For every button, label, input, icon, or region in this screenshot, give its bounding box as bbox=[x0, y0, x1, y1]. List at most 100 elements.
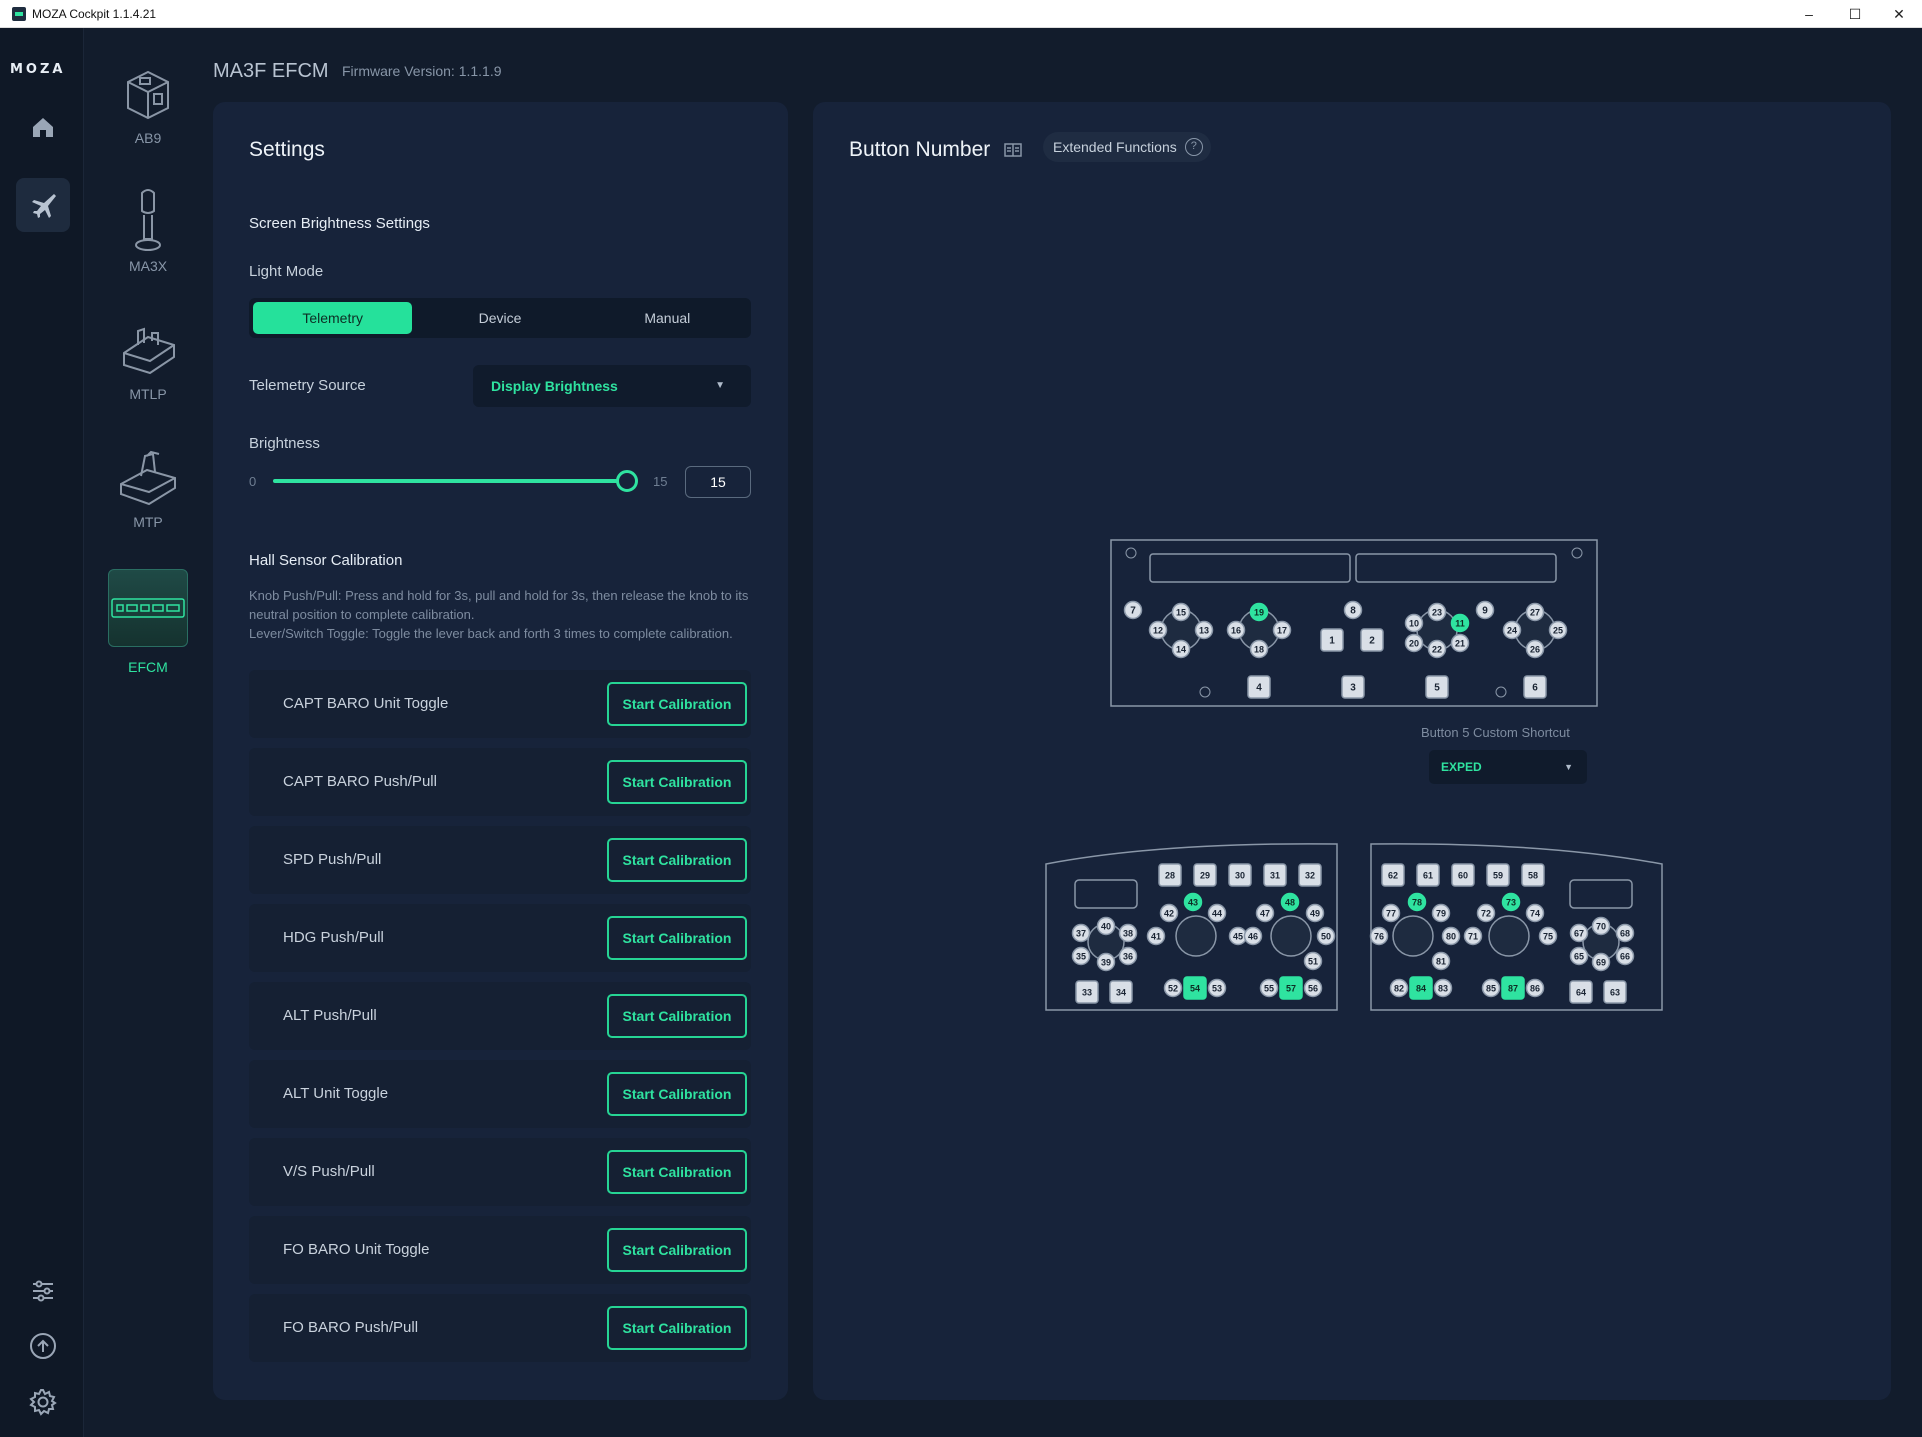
button-marker-72[interactable]: 72 bbox=[1476, 903, 1496, 923]
button-marker-61[interactable]: 61 bbox=[1416, 863, 1440, 887]
button-marker-53[interactable]: 53 bbox=[1207, 978, 1227, 998]
device-ma3x[interactable]: MA3X bbox=[104, 186, 192, 274]
button-marker-65[interactable]: 65 bbox=[1569, 946, 1589, 966]
button-marker-73[interactable]: 73 bbox=[1501, 892, 1521, 912]
button-marker-48[interactable]: 48 bbox=[1280, 892, 1300, 912]
light-mode-manual[interactable]: Manual bbox=[588, 302, 747, 334]
button-marker-42[interactable]: 42 bbox=[1159, 903, 1179, 923]
button-marker-30[interactable]: 30 bbox=[1228, 863, 1252, 887]
button-marker-54[interactable]: 54 bbox=[1183, 976, 1207, 1000]
start-calibration-button[interactable]: Start Calibration bbox=[607, 916, 747, 960]
button-marker-46[interactable]: 46 bbox=[1243, 926, 1263, 946]
button-marker-26[interactable]: 26 bbox=[1525, 639, 1545, 659]
button-marker-5[interactable]: 5 bbox=[1425, 675, 1449, 699]
start-calibration-button[interactable]: Start Calibration bbox=[607, 838, 747, 882]
minimize-button[interactable]: – bbox=[1786, 0, 1832, 28]
button-marker-34[interactable]: 34 bbox=[1109, 980, 1133, 1004]
button-marker-11[interactable]: 11 bbox=[1450, 613, 1470, 633]
button-marker-16[interactable]: 16 bbox=[1226, 620, 1246, 640]
tuning-button[interactable] bbox=[16, 1264, 70, 1318]
button-marker-84[interactable]: 84 bbox=[1409, 976, 1433, 1000]
button-marker-8[interactable]: 8 bbox=[1343, 600, 1363, 620]
button-marker-86[interactable]: 86 bbox=[1525, 978, 1545, 998]
start-calibration-button[interactable]: Start Calibration bbox=[607, 994, 747, 1038]
device-efcm[interactable]: EFCM bbox=[104, 569, 192, 675]
button-marker-82[interactable]: 82 bbox=[1389, 978, 1409, 998]
button-marker-10[interactable]: 10 bbox=[1404, 613, 1424, 633]
button-marker-32[interactable]: 32 bbox=[1298, 863, 1322, 887]
button-marker-49[interactable]: 49 bbox=[1305, 903, 1325, 923]
light-mode-device[interactable]: Device bbox=[420, 302, 579, 334]
button-marker-79[interactable]: 79 bbox=[1431, 903, 1451, 923]
button-marker-44[interactable]: 44 bbox=[1207, 903, 1227, 923]
button-marker-67[interactable]: 67 bbox=[1569, 923, 1589, 943]
button-marker-71[interactable]: 71 bbox=[1463, 926, 1483, 946]
button-marker-51[interactable]: 51 bbox=[1303, 951, 1323, 971]
button-marker-21[interactable]: 21 bbox=[1450, 633, 1470, 653]
button-marker-60[interactable]: 60 bbox=[1451, 863, 1475, 887]
button-marker-78[interactable]: 78 bbox=[1407, 892, 1427, 912]
maximize-button[interactable]: ☐ bbox=[1832, 0, 1878, 28]
start-calibration-button[interactable]: Start Calibration bbox=[607, 682, 747, 726]
button-marker-15[interactable]: 15 bbox=[1171, 602, 1191, 622]
button-marker-58[interactable]: 58 bbox=[1521, 863, 1545, 887]
button-marker-12[interactable]: 12 bbox=[1148, 620, 1168, 640]
button-marker-83[interactable]: 83 bbox=[1433, 978, 1453, 998]
button-marker-40[interactable]: 40 bbox=[1096, 916, 1116, 936]
brightness-input[interactable]: 15 bbox=[685, 466, 751, 498]
button-marker-33[interactable]: 33 bbox=[1075, 980, 1099, 1004]
button-marker-1[interactable]: 1 bbox=[1320, 628, 1344, 652]
home-button[interactable] bbox=[16, 100, 70, 154]
button-marker-39[interactable]: 39 bbox=[1096, 952, 1116, 972]
button-marker-41[interactable]: 41 bbox=[1146, 926, 1166, 946]
button-marker-36[interactable]: 36 bbox=[1118, 946, 1138, 966]
button-marker-22[interactable]: 22 bbox=[1427, 639, 1447, 659]
button-marker-47[interactable]: 47 bbox=[1255, 903, 1275, 923]
button-marker-35[interactable]: 35 bbox=[1071, 946, 1091, 966]
start-calibration-button[interactable]: Start Calibration bbox=[607, 1072, 747, 1116]
button-marker-55[interactable]: 55 bbox=[1259, 978, 1279, 998]
button-marker-68[interactable]: 68 bbox=[1615, 923, 1635, 943]
start-calibration-button[interactable]: Start Calibration bbox=[607, 1150, 747, 1194]
button-marker-31[interactable]: 31 bbox=[1263, 863, 1287, 887]
start-calibration-button[interactable]: Start Calibration bbox=[607, 760, 747, 804]
button-marker-37[interactable]: 37 bbox=[1071, 923, 1091, 943]
button-marker-50[interactable]: 50 bbox=[1316, 926, 1336, 946]
brightness-slider[interactable] bbox=[273, 479, 627, 483]
button-marker-38[interactable]: 38 bbox=[1118, 923, 1138, 943]
button-marker-27[interactable]: 27 bbox=[1525, 602, 1545, 622]
device-ab9[interactable]: AB9 bbox=[104, 58, 192, 146]
button-marker-85[interactable]: 85 bbox=[1481, 978, 1501, 998]
button-marker-57[interactable]: 57 bbox=[1279, 976, 1303, 1000]
button-marker-25[interactable]: 25 bbox=[1548, 620, 1568, 640]
button-marker-18[interactable]: 18 bbox=[1249, 639, 1269, 659]
button-marker-9[interactable]: 9 bbox=[1475, 600, 1495, 620]
button-marker-59[interactable]: 59 bbox=[1486, 863, 1510, 887]
button-marker-4[interactable]: 4 bbox=[1247, 675, 1271, 699]
button-marker-62[interactable]: 62 bbox=[1381, 863, 1405, 887]
upgrade-button[interactable] bbox=[16, 1319, 70, 1373]
button-marker-43[interactable]: 43 bbox=[1183, 892, 1203, 912]
button-marker-63[interactable]: 63 bbox=[1603, 980, 1627, 1004]
button-marker-75[interactable]: 75 bbox=[1538, 926, 1558, 946]
button-marker-87[interactable]: 87 bbox=[1501, 976, 1525, 1000]
button-marker-3[interactable]: 3 bbox=[1341, 675, 1365, 699]
device-mtp[interactable]: MTP bbox=[104, 442, 192, 530]
button-marker-77[interactable]: 77 bbox=[1381, 903, 1401, 923]
button-marker-20[interactable]: 20 bbox=[1404, 633, 1424, 653]
button-marker-23[interactable]: 23 bbox=[1427, 602, 1447, 622]
close-button[interactable]: ✕ bbox=[1876, 0, 1922, 28]
button-marker-74[interactable]: 74 bbox=[1525, 903, 1545, 923]
start-calibration-button[interactable]: Start Calibration bbox=[607, 1306, 747, 1350]
button-marker-19[interactable]: 19 bbox=[1249, 602, 1269, 622]
button-marker-17[interactable]: 17 bbox=[1272, 620, 1292, 640]
settings-button[interactable] bbox=[16, 1375, 70, 1429]
button-marker-13[interactable]: 13 bbox=[1194, 620, 1214, 640]
shortcut-dropdown[interactable]: EXPED ▼ bbox=[1429, 750, 1587, 784]
button-marker-24[interactable]: 24 bbox=[1502, 620, 1522, 640]
button-marker-80[interactable]: 80 bbox=[1441, 926, 1461, 946]
button-marker-76[interactable]: 76 bbox=[1369, 926, 1389, 946]
button-marker-81[interactable]: 81 bbox=[1431, 951, 1451, 971]
flight-button[interactable] bbox=[16, 178, 70, 232]
device-mtlp[interactable]: MTLP bbox=[104, 314, 192, 402]
